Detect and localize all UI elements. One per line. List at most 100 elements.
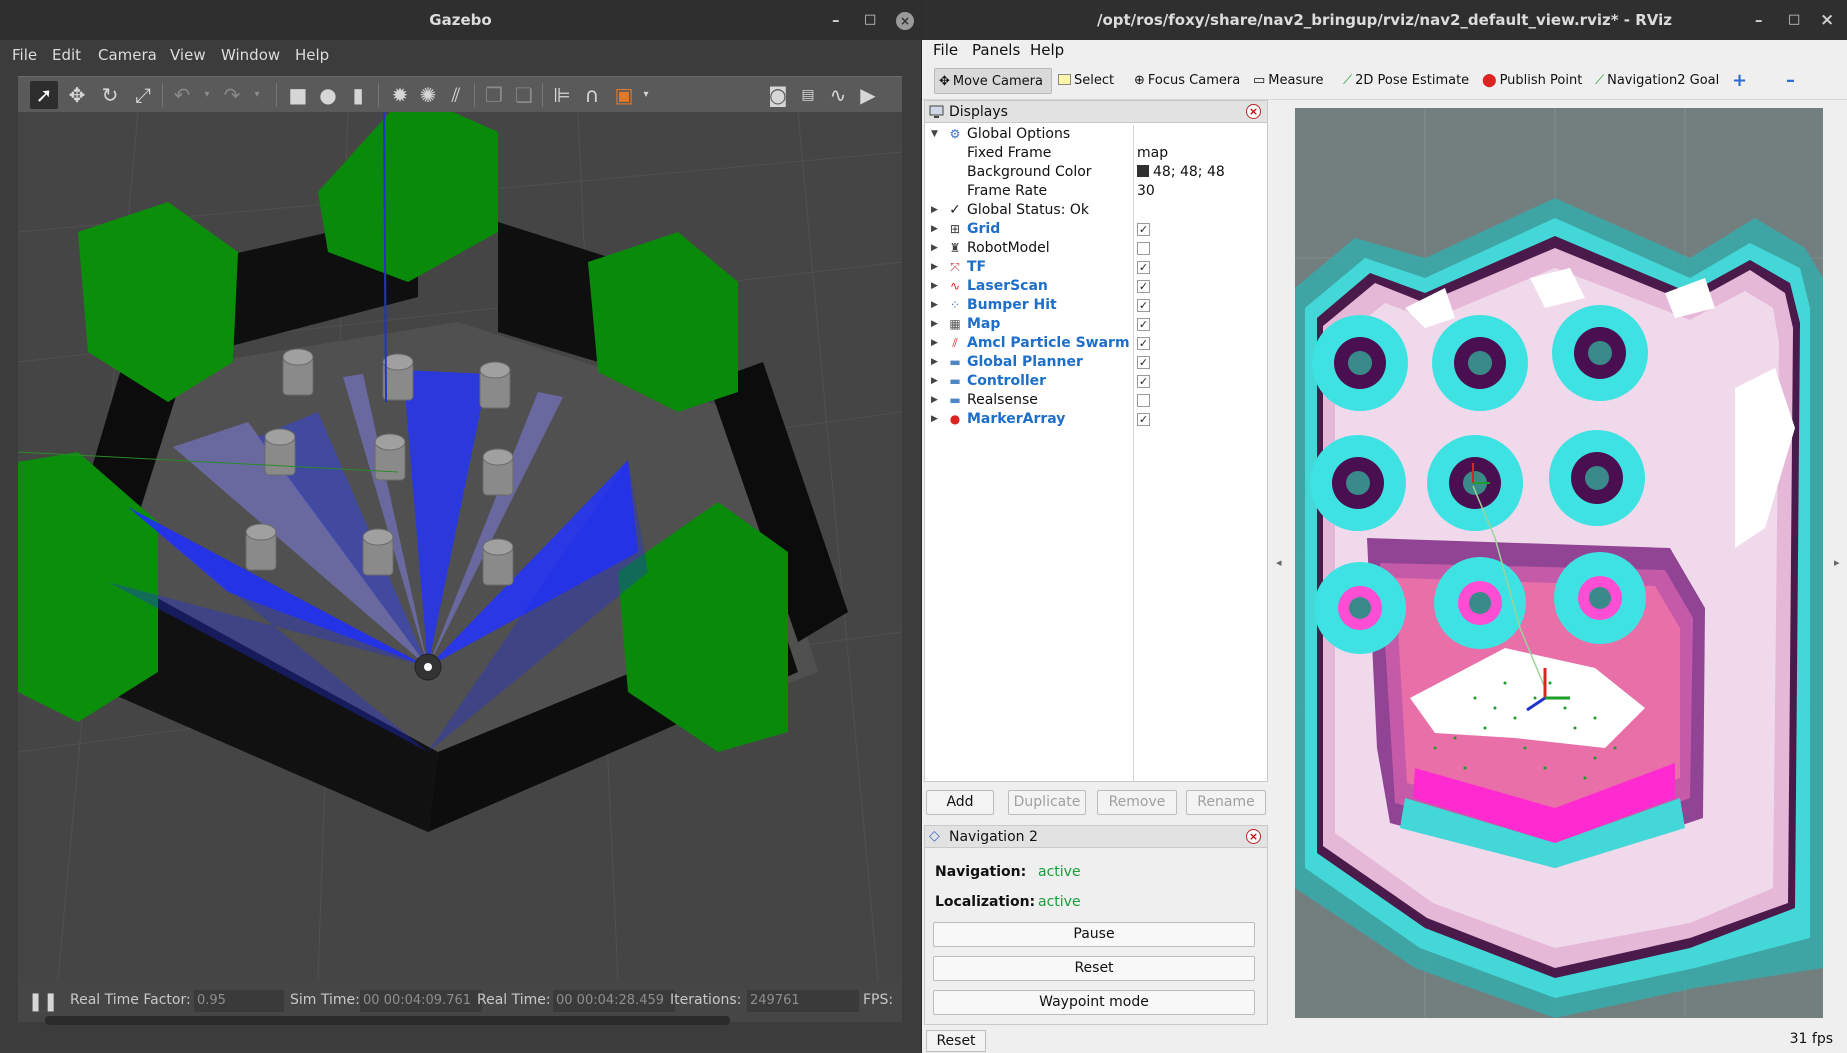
menu-window[interactable]: Window	[221, 40, 280, 70]
cylinder-shape-icon[interactable]: ▮	[344, 81, 372, 109]
directional-light-icon[interactable]: ⫽	[442, 81, 470, 109]
align-icon[interactable]: ⊫	[548, 81, 576, 109]
scale-mode-icon[interactable]: ⤢	[129, 81, 157, 109]
menu-edit[interactable]: Edit	[52, 40, 81, 70]
menu-panels[interactable]: Panels	[972, 41, 1020, 59]
expand-arrow-icon[interactable]: ▶	[931, 315, 938, 334]
expand-arrow-icon[interactable]: ▶	[931, 296, 938, 315]
close-button[interactable]: ×	[896, 12, 914, 30]
add-tool-icon[interactable]: +	[1728, 68, 1751, 94]
menu-file[interactable]: File	[12, 40, 37, 70]
minimize-button[interactable]: –	[832, 0, 840, 40]
display-checkbox[interactable]: ✓	[1137, 356, 1150, 369]
display-checkbox[interactable]: ✓	[1137, 280, 1150, 293]
expand-arrow-icon[interactable]: ▶	[931, 277, 938, 296]
remove-tool-icon[interactable]: –	[1782, 68, 1799, 94]
display-checkbox[interactable]: ✓	[1137, 318, 1150, 331]
expand-arrow-icon[interactable]: ▶	[931, 410, 938, 429]
tree-row-markerarray[interactable]: ▶ ● MarkerArray ✓	[925, 410, 1267, 429]
expand-arrow-icon[interactable]: ▶	[931, 334, 938, 353]
select-mode-icon[interactable]: ➚	[30, 81, 58, 109]
tree-row-realsense[interactable]: ▶ ▬ Realsense	[925, 391, 1267, 410]
menu-help[interactable]: Help	[1030, 41, 1064, 59]
close-icon[interactable]: ×	[1246, 829, 1261, 844]
tree-row-global-planner[interactable]: ▶ ▬ Global Planner ✓	[925, 353, 1267, 372]
paste-icon[interactable]: ❏	[510, 81, 538, 109]
menu-camera[interactable]: Camera	[98, 40, 157, 70]
maximize-button[interactable]: □	[1788, 0, 1800, 40]
tree-row-controller[interactable]: ▶ ▬ Controller ✓	[925, 372, 1267, 391]
nav2-goal-button[interactable]: ⟋ Navigation2 Goal	[1591, 68, 1723, 94]
add-button[interactable]: Add	[926, 790, 994, 815]
collapse-left-icon[interactable]: ◂	[1276, 556, 1282, 569]
tree-row-fixed-frame[interactable]: Fixed Frame map	[925, 144, 1267, 163]
menu-view[interactable]: View	[170, 40, 206, 70]
expand-arrow-icon[interactable]: ▶	[931, 220, 938, 239]
tree-row-grid[interactable]: ▶ ⊞ Grid ✓	[925, 220, 1267, 239]
pose-estimate-button[interactable]: ⟋ 2D Pose Estimate	[1339, 68, 1473, 94]
expand-arrow-icon[interactable]: ▶	[931, 258, 938, 277]
box-shape-icon[interactable]: ■	[284, 81, 312, 109]
tree-row-global-options[interactable]: ▼ ⚙ Global Options	[925, 125, 1267, 144]
publish-point-button[interactable]: ⬤ Publish Point	[1478, 68, 1586, 94]
expand-arrow-icon[interactable]: ▶	[931, 372, 938, 391]
minimize-button[interactable]: –	[1755, 0, 1763, 40]
rviz-3d-view[interactable]	[1295, 108, 1823, 1018]
select-button[interactable]: Select	[1054, 68, 1118, 94]
maximize-button[interactable]: □	[864, 0, 876, 40]
tree-row-laserscan[interactable]: ▶ ∿ LaserScan ✓	[925, 277, 1267, 296]
tree-row-global-status[interactable]: ▶ ✓ Global Status: Ok	[925, 201, 1267, 220]
undo-icon[interactable]: ↶	[168, 81, 196, 109]
rename-button[interactable]: Rename	[1186, 790, 1266, 815]
translate-mode-icon[interactable]: ✥	[63, 81, 91, 109]
rotate-mode-icon[interactable]: ↻	[96, 81, 124, 109]
screenshot-icon[interactable]: ◙	[764, 81, 792, 109]
tree-row-background-color[interactable]: Background Color 48; 48; 48	[925, 163, 1267, 182]
tree-row-bumper-hit[interactable]: ▶ ⁘ Bumper Hit ✓	[925, 296, 1267, 315]
focus-camera-button[interactable]: ⊕ Focus Camera	[1130, 68, 1244, 94]
reset-button[interactable]: Reset	[926, 1030, 986, 1052]
plot-icon[interactable]: ∿	[824, 81, 852, 109]
copy-icon[interactable]: ❐	[480, 81, 508, 109]
undo-dropdown-icon[interactable]: ▾	[193, 81, 221, 109]
display-checkbox[interactable]	[1137, 394, 1150, 407]
fixed-frame-value[interactable]: map	[1137, 144, 1168, 163]
expand-arrow-icon[interactable]: ▼	[931, 125, 938, 144]
remove-button[interactable]: Remove	[1097, 790, 1177, 815]
display-checkbox[interactable]: ✓	[1137, 337, 1150, 350]
measure-button[interactable]: ▭ Measure	[1249, 68, 1328, 94]
reset-nav-button[interactable]: Reset	[933, 956, 1255, 981]
tree-row-map[interactable]: ▶ ▦ Map ✓	[925, 315, 1267, 334]
display-checkbox[interactable]: ✓	[1137, 413, 1150, 426]
tree-row-robotmodel[interactable]: ▶ ♜ RobotModel	[925, 239, 1267, 258]
spot-light-icon[interactable]: ✺	[414, 81, 442, 109]
expand-arrow-icon[interactable]: ▶	[931, 391, 938, 410]
tree-row-frame-rate[interactable]: Frame Rate 30	[925, 182, 1267, 201]
collapse-right-icon[interactable]: ▸	[1834, 556, 1840, 569]
menu-file[interactable]: File	[933, 41, 958, 59]
tree-row-amcl-particle-swarm[interactable]: ▶ ⫽ Amcl Particle Swarm ✓	[925, 334, 1267, 353]
move-camera-button[interactable]: ✥ Move Camera	[934, 68, 1052, 94]
display-checkbox[interactable]: ✓	[1137, 375, 1150, 388]
display-checkbox[interactable]: ✓	[1137, 299, 1150, 312]
waypoint-mode-button[interactable]: Waypoint mode	[933, 990, 1255, 1015]
horizontal-scrollbar[interactable]	[45, 1016, 730, 1025]
menu-help[interactable]: Help	[295, 40, 329, 70]
expand-arrow-icon[interactable]: ▶	[931, 353, 938, 372]
view-dropdown-icon[interactable]: ▾	[632, 81, 660, 109]
snap-icon[interactable]: ∩	[578, 81, 606, 109]
expand-arrow-icon[interactable]: ▶	[931, 201, 938, 220]
log-icon[interactable]: ▤	[794, 81, 822, 109]
duplicate-button[interactable]: Duplicate	[1008, 790, 1086, 815]
display-checkbox[interactable]: ✓	[1137, 261, 1150, 274]
tree-row-tf[interactable]: ▶ ⤧ TF ✓	[925, 258, 1267, 277]
frame-rate-value[interactable]: 30	[1137, 182, 1155, 201]
close-button[interactable]: ×	[1820, 0, 1834, 40]
pause-button[interactable]: Pause	[933, 922, 1255, 947]
close-icon[interactable]: ×	[1246, 104, 1261, 119]
redo-icon[interactable]: ↷	[218, 81, 246, 109]
point-light-icon[interactable]: ✹	[386, 81, 414, 109]
gazebo-3d-scene[interactable]	[17, 92, 903, 981]
record-video-icon[interactable]: ▶	[854, 81, 882, 109]
background-color-field[interactable]: 48; 48; 48	[1137, 163, 1225, 182]
